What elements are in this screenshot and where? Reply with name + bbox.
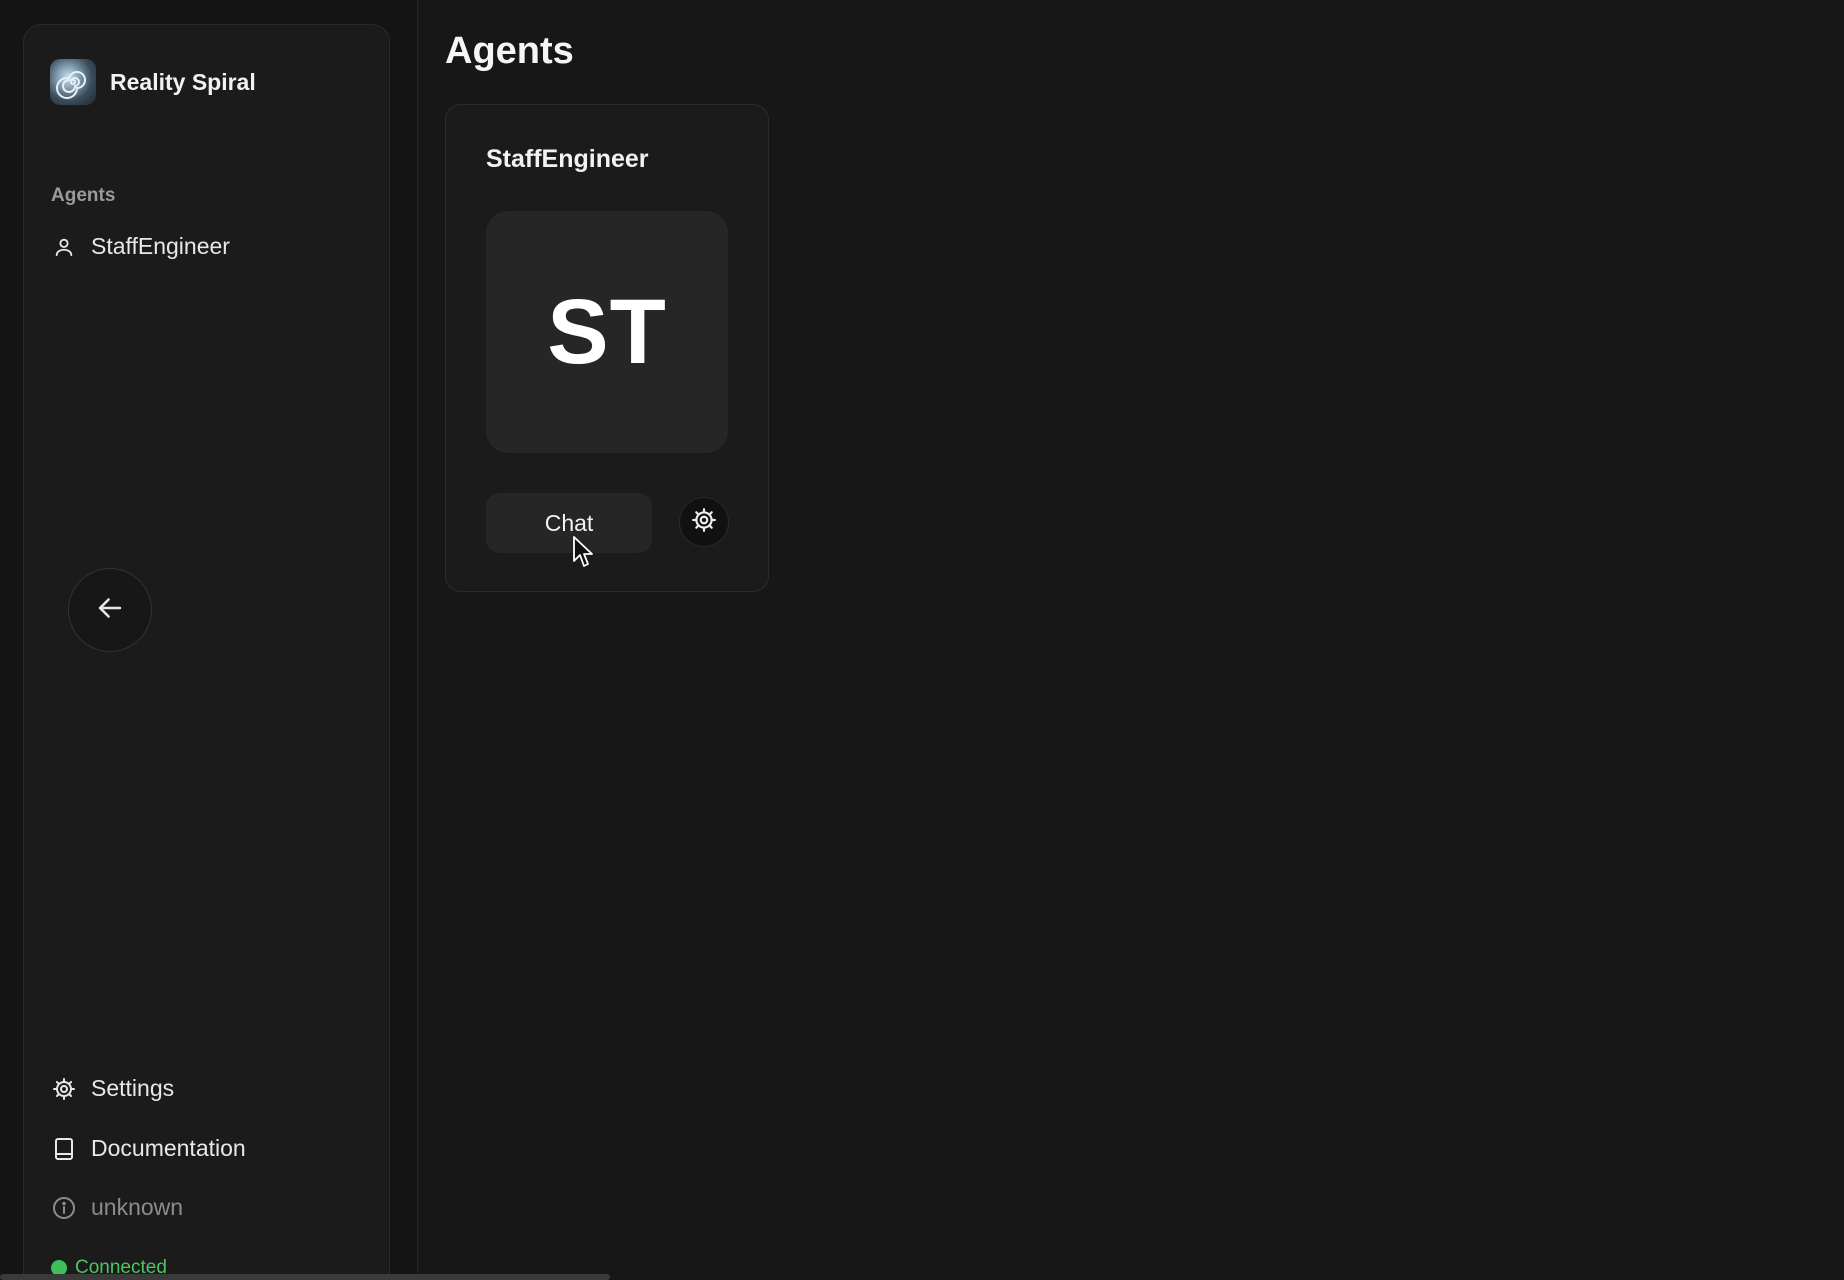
sidebar-item-documentation[interactable]: Documentation: [51, 1135, 246, 1162]
agent-card: StaffEngineer ST Chat: [445, 104, 769, 592]
app-window: Reality Spiral Agents StaffEngineer Sett…: [0, 0, 1844, 1280]
arrow-left-icon: [93, 591, 127, 630]
book-icon: [51, 1136, 77, 1162]
gear-icon: [51, 1076, 77, 1102]
sidebar-item-label: StaffEngineer: [91, 233, 230, 259]
version-info: unknown: [51, 1194, 183, 1221]
documentation-label: Documentation: [91, 1135, 246, 1161]
chat-button[interactable]: Chat: [486, 493, 652, 553]
sidebar-column: Reality Spiral Agents StaffEngineer Sett…: [0, 0, 418, 1280]
agent-card-name: StaffEngineer: [486, 145, 649, 173]
brand-name: Reality Spiral: [110, 68, 256, 95]
collapse-sidebar-button[interactable]: [68, 568, 152, 652]
sidebar-item-settings[interactable]: Settings: [51, 1075, 174, 1102]
sidebar: Reality Spiral Agents StaffEngineer Sett…: [23, 24, 390, 1280]
settings-label: Settings: [91, 1075, 175, 1101]
sidebar-item-staffengineer[interactable]: StaffEngineer: [51, 233, 230, 260]
brand[interactable]: Reality Spiral: [50, 59, 256, 105]
agents-section-label: Agents: [51, 185, 116, 206]
horizontal-scrollbar[interactable]: [0, 1274, 610, 1280]
version-label: unknown: [91, 1194, 184, 1220]
page-title: Agents: [445, 30, 574, 72]
user-icon: [51, 234, 77, 260]
gear-icon: [691, 507, 717, 538]
agent-settings-button[interactable]: [679, 497, 729, 547]
agent-avatar: ST: [486, 211, 728, 453]
spiral-logo-icon: [50, 59, 96, 105]
info-icon: [51, 1195, 77, 1221]
